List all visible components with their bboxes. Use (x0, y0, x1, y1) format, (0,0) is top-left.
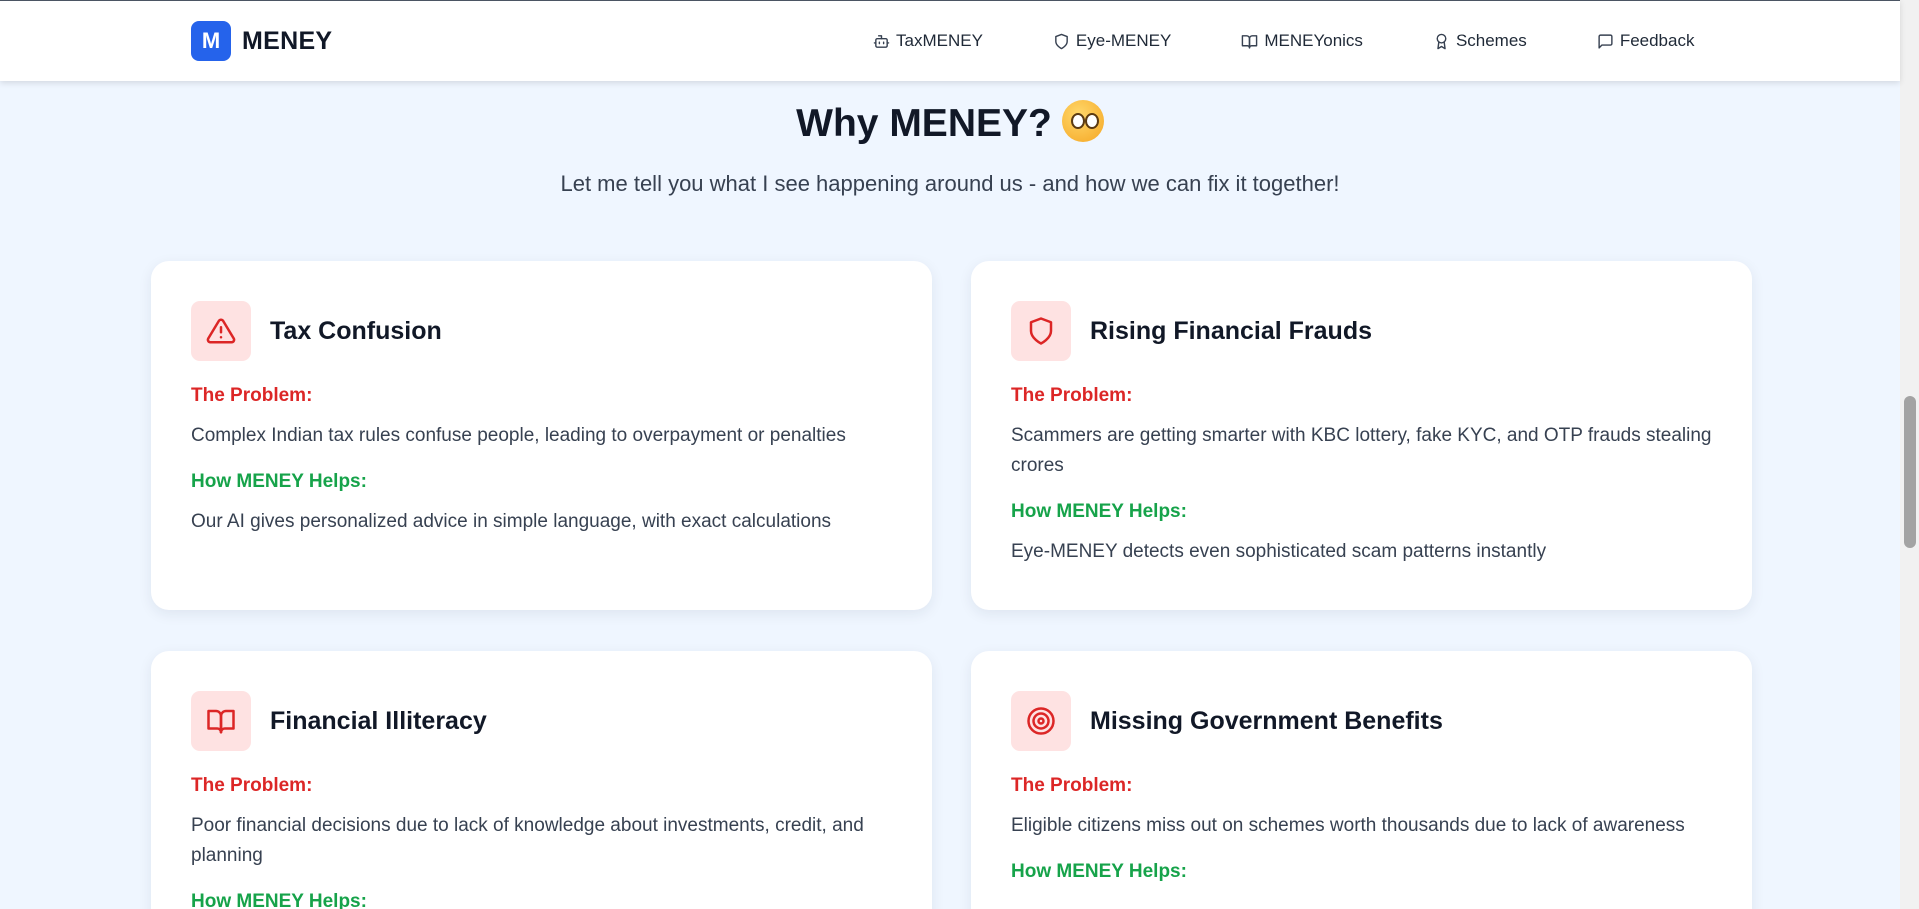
help-label: How MENEY Helps: (1011, 861, 1187, 882)
problem-text: Complex Indian tax rules confuse people,… (191, 425, 846, 446)
nav-item-taxmeney[interactable]: TaxMENEY (873, 31, 983, 51)
nav-item-label: Schemes (1455, 31, 1527, 50)
nav-item-eye-meney[interactable]: Eye-MENEY (1053, 31, 1171, 51)
nav-links: TaxMENEY Eye-MENEY MENEYonics Schemes Fe… (873, 31, 1694, 51)
target-icon (1011, 691, 1071, 751)
top-navbar: M MENEY TaxMENEY Eye-MENEY MENEYonics Sc… (0, 0, 1900, 81)
problem-card-financial-illiteracy: Financial Illiteracy The Problem: Poor f… (151, 651, 932, 909)
help-text: Our AI gives personalized advice in simp… (191, 511, 832, 532)
nav-item-feedback[interactable]: Feedback (1597, 31, 1695, 51)
nav-item-label: Feedback (1619, 31, 1695, 50)
problem-card-financial-frauds: Rising Financial Frauds The Problem: Sca… (971, 261, 1752, 610)
section-title: Why MENEY? (0, 100, 1900, 146)
card-header: Financial Illiteracy (191, 691, 892, 751)
nav-item-schemes[interactable]: Schemes (1433, 31, 1527, 51)
book-icon (1242, 34, 1258, 49)
help-text: Eye-MENEY detects even sophisticated sca… (1011, 541, 1547, 562)
logo-badge: M (191, 21, 231, 61)
problem-text: Eligible citizens miss out on schemes wo… (1011, 815, 1685, 836)
brand-name: MENEY (242, 26, 333, 55)
page-scrollbar[interactable] (1900, 0, 1919, 909)
shield-icon (1011, 301, 1071, 361)
thinking-face-emoji (1061, 100, 1104, 142)
nav-item-label: Eye-MENEY (1075, 31, 1172, 50)
warning-triangle-icon (191, 301, 251, 361)
nav-item-label: MENEYonics (1264, 31, 1363, 50)
help-label: How MENEY Helps: (1011, 501, 1187, 522)
card-title: Missing Government Benefits (1090, 706, 1443, 735)
brand-logo[interactable]: M MENEY (191, 21, 332, 61)
problem-text: Poor financial decisions due to lack of … (191, 815, 864, 866)
problem-card-government-benefits: Missing Government Benefits The Problem:… (971, 651, 1752, 909)
scrollbar-thumb[interactable] (1904, 396, 1916, 548)
card-header: Missing Government Benefits (1011, 691, 1712, 751)
section-title-text: Why MENEY? (796, 102, 1052, 145)
problem-label: The Problem: (1011, 775, 1133, 796)
card-header: Tax Confusion (191, 301, 892, 361)
problem-label: The Problem: (191, 775, 313, 796)
shield-icon (1055, 33, 1068, 49)
problem-label: The Problem: (1011, 385, 1133, 406)
problem-text: Scammers are getting smarter with KBC lo… (1011, 425, 1712, 476)
nav-item-label: TaxMENEY (896, 31, 983, 50)
message-icon (1598, 33, 1613, 49)
card-header: Rising Financial Frauds (1011, 301, 1712, 361)
card-title: Tax Confusion (270, 316, 442, 345)
robot-icon (873, 34, 890, 48)
help-label: How MENEY Helps: (191, 891, 367, 909)
card-title: Financial Illiteracy (270, 706, 487, 735)
problem-label: The Problem: (191, 385, 313, 406)
card-title: Rising Financial Frauds (1090, 316, 1372, 345)
help-label: How MENEY Helps: (191, 471, 367, 492)
book-open-icon (191, 691, 251, 751)
award-icon (1436, 33, 1447, 49)
problem-card-tax-confusion: Tax Confusion The Problem: Complex India… (151, 261, 932, 610)
section-subtitle: Let me tell you what I see happening aro… (560, 171, 1340, 196)
nav-item-meneyonics[interactable]: MENEYonics (1241, 31, 1363, 51)
